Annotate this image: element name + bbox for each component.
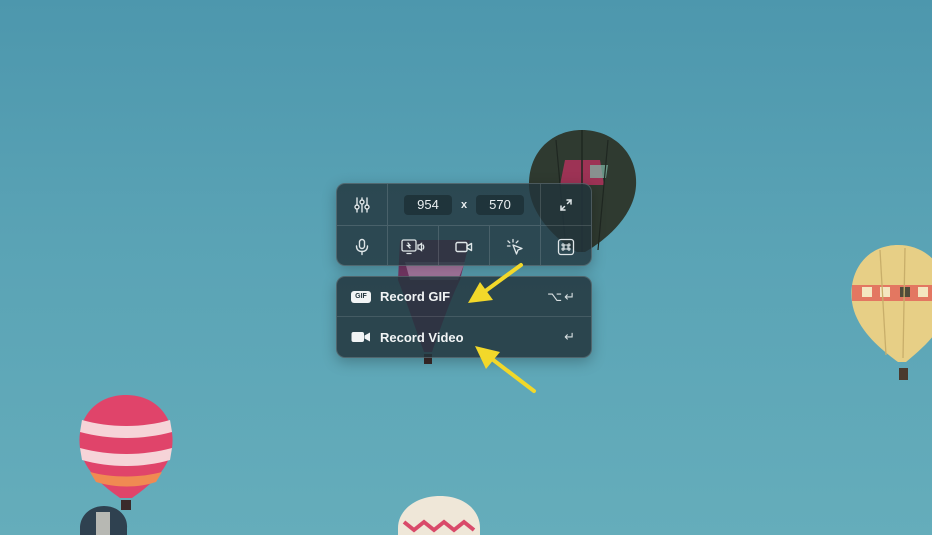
gif-icon: GIF [351,290,373,303]
keystroke-icon [557,238,575,255]
record-gif-item[interactable]: GIF Record GIF ⌥↵ [337,277,591,317]
record-options-menu: GIF Record GIF ⌥↵ Record Video ↵ [336,276,592,358]
balloon-yellow [851,245,932,380]
dimensions-group: 954 x 570 [388,184,541,225]
record-video-shortcut: ↵ [564,329,577,344]
sliders-icon [354,196,370,213]
microphone-button[interactable] [337,226,388,265]
click-highlight-button[interactable] [490,226,541,265]
balloon-small [80,506,128,535]
system-audio-icon [401,238,425,254]
hot-air-balloon-wallpaper [79,130,932,535]
fullscreen-button[interactable] [541,184,591,225]
width-input[interactable]: 954 [404,194,452,215]
gif-badge: GIF [351,290,371,303]
keystroke-button[interactable] [541,226,591,265]
click-highlight-icon [506,238,523,255]
balloon-red [79,395,173,510]
balloon-white [398,496,480,535]
height-input[interactable]: 570 [476,194,524,215]
record-gif-label: Record GIF [380,289,451,304]
microphone-icon [355,238,369,255]
settings-button[interactable] [337,184,388,225]
camera-icon [455,241,473,252]
video-camera-icon [351,331,373,343]
record-video-label: Record Video [380,329,464,345]
recording-toolbar: 954 x 570 [336,183,592,266]
record-video-item[interactable]: Record Video ↵ [337,317,591,357]
record-gif-shortcut: ⌥↵ [547,288,577,304]
times-symbol: x [460,198,468,211]
system-audio-button[interactable] [388,226,439,265]
expand-icon [560,198,572,211]
camera-button[interactable] [439,226,490,265]
